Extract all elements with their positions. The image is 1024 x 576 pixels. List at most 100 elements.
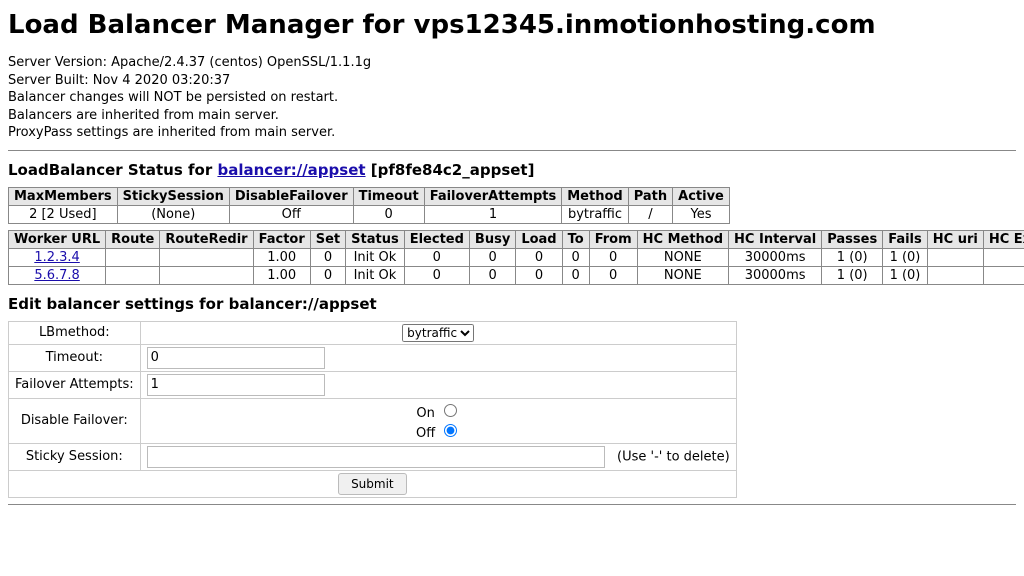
persist-warning: Balancer changes will NOT be persisted o…	[8, 89, 1016, 107]
page-title: Load Balancer Manager for vps12345.inmot…	[8, 10, 1016, 40]
cell-to: 0	[562, 248, 589, 266]
status-heading-suffix: [pf8fe84c2_appset]	[366, 161, 535, 179]
col-hcexpr: HC Expr	[983, 230, 1024, 248]
cell-elected: 0	[404, 248, 469, 266]
cell-routeredir	[160, 248, 253, 266]
failover-input[interactable]	[147, 374, 325, 396]
balancer-status-row: 2 [2 Used] (None) Off 0 1 bytraffic / Ye…	[9, 205, 730, 223]
col-elected: Elected	[404, 230, 469, 248]
edit-heading: Edit balancer settings for balancer://ap…	[8, 295, 1016, 313]
disable-failover-on-radio[interactable]	[444, 404, 457, 417]
submit-button[interactable]	[338, 473, 407, 495]
col-passes: Passes	[822, 230, 883, 248]
cell-method: bytraffic	[562, 205, 628, 223]
sticky-session-label: Sticky Session:	[9, 443, 141, 470]
cell-hcmethod: NONE	[637, 248, 728, 266]
col-hcmethod: HC Method	[637, 230, 728, 248]
server-version: Server Version: Apache/2.4.37 (centos) O…	[8, 54, 1016, 72]
cell-path: /	[628, 205, 672, 223]
col-set: Set	[310, 230, 345, 248]
failover-label: Failover Attempts:	[9, 371, 141, 398]
col-maxmembers: MaxMembers	[9, 187, 118, 205]
cell-route	[106, 266, 160, 284]
cell-route	[106, 248, 160, 266]
cell-hcexpr	[983, 266, 1024, 284]
balancer-link[interactable]: balancer://appset	[217, 161, 365, 179]
cell-factor: 1.00	[253, 248, 310, 266]
cell-hcmethod: NONE	[637, 266, 728, 284]
on-label: On	[416, 406, 434, 421]
cell-status: Init Ok	[346, 266, 405, 284]
cell-hcinterval: 30000ms	[729, 266, 822, 284]
proxypass-inherited: ProxyPass settings are inherited from ma…	[8, 124, 1016, 142]
col-factor: Factor	[253, 230, 310, 248]
cell-disablefailover: Off	[229, 205, 353, 223]
timeout-label: Timeout:	[9, 344, 141, 371]
status-heading-prefix: LoadBalancer Status for	[8, 161, 217, 179]
cell-factor: 1.00	[253, 266, 310, 284]
edit-balancer-form: LBmethod: bytraffic Timeout: Failover At…	[8, 321, 1016, 498]
cell-to: 0	[562, 266, 589, 284]
server-meta: Server Version: Apache/2.4.37 (centos) O…	[8, 54, 1016, 142]
col-path: Path	[628, 187, 672, 205]
disable-failover-label: Disable Failover:	[9, 398, 141, 443]
cell-set: 0	[310, 248, 345, 266]
cell-hcuri	[927, 248, 983, 266]
cell-elected: 0	[404, 266, 469, 284]
balancer-status-table: MaxMembers StickySession DisableFailover…	[8, 187, 730, 224]
cell-load: 0	[516, 248, 562, 266]
cell-hcinterval: 30000ms	[729, 248, 822, 266]
disable-failover-off-radio[interactable]	[444, 424, 457, 437]
col-worker-url: Worker URL	[9, 230, 106, 248]
col-failoverattempts: FailoverAttempts	[424, 187, 562, 205]
cell-routeredir	[160, 266, 253, 284]
cell-maxmembers: 2 [2 Used]	[9, 205, 118, 223]
timeout-input[interactable]	[147, 347, 325, 369]
cell-fails: 1 (0)	[883, 266, 928, 284]
cell-timeout: 0	[353, 205, 424, 223]
server-built: Server Built: Nov 4 2020 03:20:37	[8, 72, 1016, 90]
cell-set: 0	[310, 266, 345, 284]
cell-fails: 1 (0)	[883, 248, 928, 266]
col-fails: Fails	[883, 230, 928, 248]
col-timeout: Timeout	[353, 187, 424, 205]
col-to: To	[562, 230, 589, 248]
cell-busy: 0	[469, 266, 515, 284]
cell-status: Init Ok	[346, 248, 405, 266]
cell-load: 0	[516, 266, 562, 284]
worker-row: 1.2.3.4 1.00 0 Init Ok 0 0 0 0 0 NONE 30…	[9, 248, 1024, 266]
col-status: Status	[346, 230, 405, 248]
cell-failoverattempts: 1	[424, 205, 562, 223]
lbmethod-select[interactable]: bytraffic	[402, 324, 474, 342]
cell-stickysession: (None)	[117, 205, 229, 223]
col-route: Route	[106, 230, 160, 248]
col-from: From	[589, 230, 637, 248]
worker-row: 5.6.7.8 1.00 0 Init Ok 0 0 0 0 0 NONE 30…	[9, 266, 1024, 284]
cell-hcuri	[927, 266, 983, 284]
cell-from: 0	[589, 266, 637, 284]
off-label: Off	[416, 426, 435, 441]
cell-passes: 1 (0)	[822, 248, 883, 266]
balancers-inherited: Balancers are inherited from main server…	[8, 107, 1016, 125]
cell-from: 0	[589, 248, 637, 266]
cell-passes: 1 (0)	[822, 266, 883, 284]
worker-table: Worker URL Route RouteRedir Factor Set S…	[8, 230, 1024, 285]
col-routeredir: RouteRedir	[160, 230, 253, 248]
cell-active: Yes	[673, 205, 730, 223]
col-disablefailover: DisableFailover	[229, 187, 353, 205]
col-load: Load	[516, 230, 562, 248]
sticky-session-hint: (Use '-' to delete)	[617, 449, 730, 464]
sticky-session-input[interactable]	[147, 446, 605, 468]
status-heading: LoadBalancer Status for balancer://appse…	[8, 161, 1016, 179]
col-hcuri: HC uri	[927, 230, 983, 248]
col-active: Active	[673, 187, 730, 205]
worker-url-link[interactable]: 1.2.3.4	[34, 250, 79, 265]
col-busy: Busy	[469, 230, 515, 248]
col-stickysession: StickySession	[117, 187, 229, 205]
worker-url-link[interactable]: 5.6.7.8	[34, 268, 79, 283]
lbmethod-label: LBmethod:	[9, 321, 141, 344]
cell-busy: 0	[469, 248, 515, 266]
cell-hcexpr	[983, 248, 1024, 266]
col-hcinterval: HC Interval	[729, 230, 822, 248]
col-method: Method	[562, 187, 628, 205]
